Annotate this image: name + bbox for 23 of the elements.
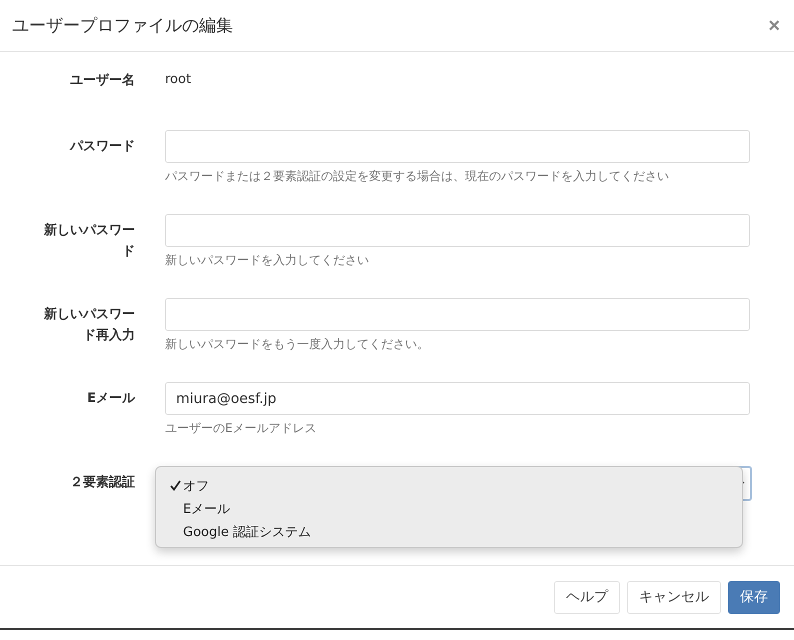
help-text: 新しいパスワードをもう一度入力してください。 — [165, 336, 429, 353]
close-button[interactable]: × — [768, 16, 780, 36]
menu-option[interactable]: オフ — [156, 474, 742, 497]
menu-option[interactable]: Eメール — [156, 497, 742, 520]
field-label: 新しいパスワード — [43, 222, 135, 261]
help-text: ユーザーのEメールアドレス — [165, 420, 317, 437]
help-text: 新しいパスワードを入力してください — [165, 252, 369, 269]
field-value: root — [165, 71, 192, 89]
footer-button[interactable]: ヘルプ — [554, 580, 620, 614]
field-label: ユーザー名 — [69, 72, 135, 90]
input-field[interactable] — [165, 130, 750, 163]
input-field[interactable] — [165, 298, 750, 331]
field-label: パスワード — [68, 138, 135, 156]
dialog-title: ユーザープロファイルの編集 — [12, 15, 233, 37]
menu-option[interactable]: Google 認証システム — [156, 520, 742, 543]
field-label: 新しいパスワード再入力 — [43, 306, 135, 345]
help-text: パスワードまたは２要素認証の設定を変更する場合は、現在のパスワードを入力してください — [165, 168, 669, 185]
save-button[interactable]: 保存 — [728, 580, 780, 614]
input-field[interactable]: miura@oesf.jp — [165, 382, 750, 415]
field-label: Eメール — [86, 390, 135, 408]
field-label: ２要素認証 — [69, 474, 135, 492]
footer-button[interactable]: キャンセル — [627, 580, 721, 614]
input-field[interactable] — [165, 214, 750, 247]
